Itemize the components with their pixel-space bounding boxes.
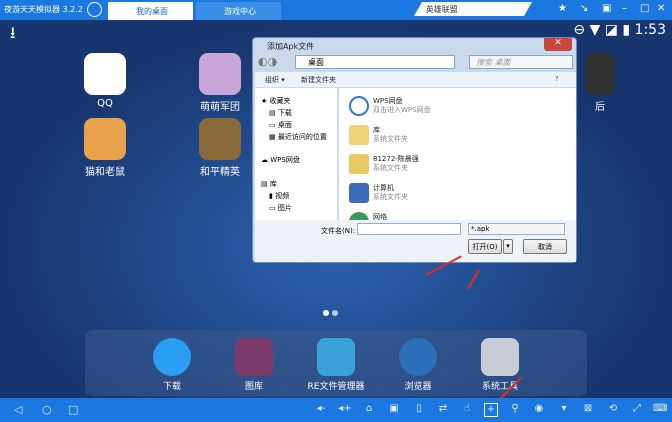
organize-button[interactable]: 组织 ▾ bbox=[265, 75, 285, 85]
folder-icon bbox=[349, 125, 369, 145]
nav-videos[interactable]: ▮ 视频 bbox=[269, 191, 289, 201]
dock-gallery[interactable]: 图库 bbox=[219, 338, 289, 392]
open-dropdown[interactable]: ▾ bbox=[503, 239, 513, 254]
minimize-icon[interactable]: – bbox=[622, 3, 627, 14]
app-pubg[interactable]: 和平精英 bbox=[185, 118, 255, 178]
status-bar: ⊖ ▼ ◪ ▮ 1:53 bbox=[573, 22, 666, 38]
filename-input[interactable] bbox=[357, 223, 461, 235]
install-icon[interactable]: ▾ bbox=[557, 403, 571, 417]
back-forward-icon[interactable]: ◐◑ bbox=[258, 55, 277, 68]
pin-icon[interactable]: ★ bbox=[558, 3, 567, 14]
app-tom-jerry[interactable]: 猫和老鼠 bbox=[70, 118, 140, 178]
download-app-icon bbox=[153, 338, 191, 376]
nav-recent[interactable]: ▦ 最近访问的位置 bbox=[269, 132, 327, 142]
pubg-icon bbox=[199, 118, 241, 160]
shake-icon[interactable]: ⌂ bbox=[362, 403, 376, 417]
dock-system-tools[interactable]: 系统工具 bbox=[465, 338, 535, 392]
dialog-search-input[interactable]: 搜索 桌面 bbox=[469, 55, 573, 69]
touch-icon[interactable]: ☝ bbox=[460, 403, 474, 417]
sync-icon[interactable]: ⇄ bbox=[436, 403, 450, 417]
nav-downloads[interactable]: ▤ 下载 bbox=[269, 108, 292, 118]
network-icon bbox=[349, 212, 369, 220]
dock-browser[interactable]: 浏览器 bbox=[383, 338, 453, 392]
home-icon[interactable]: ○ bbox=[42, 403, 52, 416]
help-icon[interactable]: ? bbox=[555, 75, 559, 83]
nav-desktop[interactable]: ▭ 桌面 bbox=[269, 120, 292, 130]
nav-favorites[interactable]: ★ 收藏夹 bbox=[261, 96, 291, 106]
dock-download[interactable]: 下载 bbox=[137, 338, 207, 392]
dialog-title: 添加Apk文件 bbox=[267, 42, 315, 51]
recents-icon[interactable]: □ bbox=[68, 403, 78, 416]
back-icon[interactable]: ◁ bbox=[14, 403, 22, 416]
keyboard-icon[interactable]: ⌨ bbox=[653, 403, 667, 417]
app-partial[interactable]: 后 bbox=[580, 53, 620, 113]
maximize-icon[interactable]: □ bbox=[640, 3, 649, 14]
close-icon[interactable]: ✕ bbox=[657, 3, 665, 14]
computer-icon bbox=[349, 183, 369, 203]
dialog-footer: 文件名(N): *.apk 打开(O) ▾ 取消 bbox=[255, 220, 576, 262]
tab-game-center[interactable]: 游戏中心 bbox=[196, 2, 281, 20]
clock: 1:53 bbox=[634, 22, 666, 38]
app-name: 夜游天天模拟器 3.2.2 bbox=[4, 5, 83, 14]
nav-pictures[interactable]: ▭ 图片 bbox=[269, 203, 292, 213]
app-mengmeng[interactable]: 萌萌军团 bbox=[185, 53, 255, 113]
restore-icon[interactable]: ▣ bbox=[602, 3, 611, 14]
camera-icon[interactable]: ◉ bbox=[532, 403, 546, 417]
cancel-button[interactable]: 取消 bbox=[523, 239, 567, 254]
user-icon[interactable] bbox=[87, 2, 102, 17]
screenshot-icon[interactable]: ▣ bbox=[387, 403, 401, 417]
cloud-icon bbox=[349, 96, 369, 116]
fullscreen-icon[interactable]: ⤢ bbox=[630, 403, 644, 417]
user-folder-icon bbox=[349, 154, 369, 174]
browser-icon bbox=[399, 338, 437, 376]
qq-icon bbox=[84, 53, 126, 95]
nav-pane: ★ 收藏夹 ▤ 下载 ▭ 桌面 ▦ 最近访问的位置 ☁ WPS网盘 ▤ 库 ▮ … bbox=[255, 88, 337, 220]
mengmeng-icon bbox=[199, 53, 241, 95]
gallery-icon bbox=[235, 338, 273, 376]
bottom-toolbar: ◁ ○ □ ◂- ◂+ ⌂ ▣ ▯ ⇄ ☝ + ⚲ ◉ ▾ ⊠ ⟲ ⤢ ⌨ bbox=[0, 398, 672, 422]
nav-library[interactable]: ▤ 库 bbox=[261, 179, 277, 189]
location-icon[interactable]: ⚲ bbox=[508, 403, 522, 417]
search-input[interactable]: 英雄联盟 bbox=[413, 2, 533, 16]
clear-icon[interactable]: ▯ bbox=[412, 403, 426, 417]
download-icon[interactable]: ⭳ bbox=[10, 22, 16, 49]
dialog-close-button[interactable]: ✕ bbox=[544, 38, 572, 51]
tab-my-desktop[interactable]: 我的桌面 bbox=[108, 2, 193, 20]
rotate-icon[interactable]: ⟲ bbox=[606, 403, 620, 417]
page-indicator bbox=[323, 309, 341, 319]
filetype-select[interactable]: *.apk bbox=[468, 223, 565, 235]
file-list: WPS网盘 双击进入WPS网盘 库系统文件夹 81272-陈晨强 系统文件夹 计算机… bbox=[339, 88, 576, 220]
title-bar: 夜游天天模拟器 3.2.2 我的桌面 游戏中心 英雄联盟 ★ ↘ ▣ – □ ✕ bbox=[0, 0, 672, 20]
app-qq[interactable]: QQ bbox=[70, 53, 140, 109]
new-folder-button[interactable]: 新建文件夹 bbox=[301, 75, 336, 85]
volume-down-icon[interactable]: ◂- bbox=[314, 403, 328, 417]
add-apk-dialog: 添加Apk文件 ✕ ◐◑ 桌面 搜索 桌面 组织 ▾ 新建文件夹 ? ★ 收藏夹… bbox=[252, 37, 577, 263]
open-button[interactable]: 打开(O) bbox=[468, 239, 502, 254]
re-file-manager-icon bbox=[317, 338, 355, 376]
volume-up-icon[interactable]: ◂+ bbox=[338, 403, 352, 417]
dock-re-file-manager[interactable]: RE文件管理器 bbox=[301, 338, 371, 392]
dialog-toolbar: 组织 ▾ 新建文件夹 ? bbox=[255, 72, 576, 87]
system-tools-icon bbox=[481, 338, 519, 376]
nav-wps[interactable]: ☁ WPS网盘 bbox=[261, 155, 300, 165]
address-bar[interactable]: 桌面 bbox=[295, 55, 455, 69]
tom-jerry-icon bbox=[84, 118, 126, 160]
filename-label: 文件名(N): bbox=[321, 227, 356, 235]
multi-window-icon[interactable]: ⊠ bbox=[581, 403, 595, 417]
app-icon bbox=[585, 53, 615, 95]
shrink-icon[interactable]: ↘ bbox=[580, 3, 588, 14]
add-apk-icon[interactable]: + bbox=[484, 403, 498, 417]
